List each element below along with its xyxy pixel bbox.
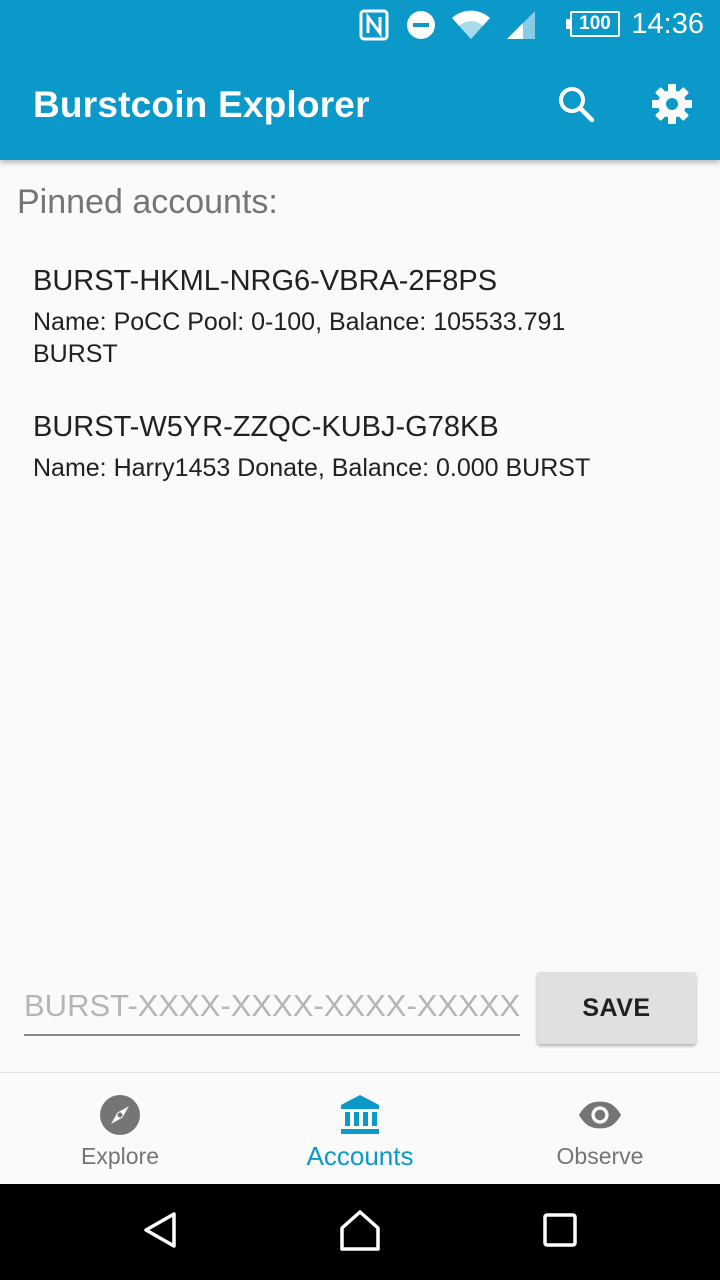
nav-label: Explore [81,1143,159,1169]
account-info: Name: PoCC Pool: 0-100, Balance: 105533.… [33,308,566,368]
account-address: BURST-HKML-NRG6-VBRA-2F8PS [33,265,498,297]
section-title: Pinned accounts: [17,183,278,221]
eye-icon [578,1093,622,1137]
app-title: Burstcoin Explorer [33,84,370,125]
bank-icon [338,1093,382,1137]
search-icon [556,84,596,129]
home-button[interactable] [336,1208,384,1256]
home-icon [338,1209,382,1256]
status-bar: 100 14:36 [0,0,720,50]
nfc-icon [358,9,390,41]
save-button[interactable]: SAVE [537,972,696,1044]
address-input[interactable] [24,984,520,1036]
back-icon [140,1210,180,1255]
account-item[interactable]: BURST-HKML-NRG6-VBRA-2F8PS Name: PoCC Po… [0,262,720,370]
search-button[interactable] [548,78,604,134]
settings-button[interactable] [644,78,700,134]
system-nav-bar [0,1184,720,1280]
account-address: BURST-W5YR-ZZQC-KUBJ-G78KB [33,411,499,443]
account-info: Name: Harry1453 Donate, Balance: 0.000 B… [33,454,591,482]
battery-icon: 100 [566,11,620,37]
status-time: 14:36 [631,8,704,40]
nav-explore[interactable]: Explore [0,1073,240,1185]
app-bar: Burstcoin Explorer [0,50,720,160]
compass-icon [98,1093,142,1137]
recents-icon [542,1212,578,1253]
wifi-icon [450,9,492,41]
recents-button[interactable] [536,1208,584,1256]
settings-icon [651,83,693,130]
nav-observe[interactable]: Observe [480,1073,720,1185]
account-item[interactable]: BURST-W5YR-ZZQC-KUBJ-G78KB Name: Harry14… [0,408,720,484]
bottom-nav: Explore Accounts Observe [0,1072,720,1184]
back-button[interactable] [136,1208,184,1256]
cell-signal-icon [504,9,538,41]
nav-label: Accounts [306,1141,414,1171]
nav-accounts[interactable]: Accounts [240,1073,480,1185]
nav-label: Observe [556,1143,644,1169]
battery-level: 100 [570,11,620,37]
do-not-disturb-icon [405,9,437,41]
